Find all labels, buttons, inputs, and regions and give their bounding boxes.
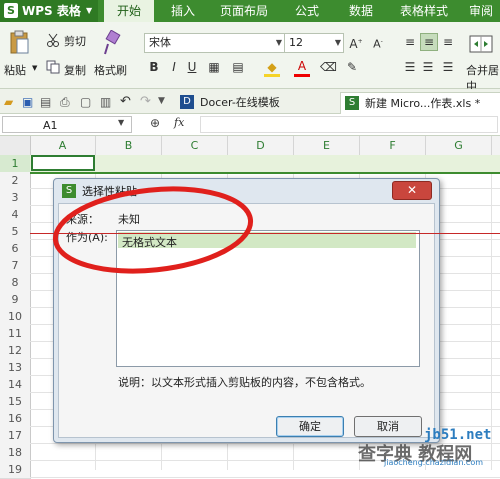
grid-line xyxy=(30,477,500,478)
watermark-url: jiaocheng.chazidian.com xyxy=(384,458,484,467)
red-circle-annotation xyxy=(52,186,254,274)
